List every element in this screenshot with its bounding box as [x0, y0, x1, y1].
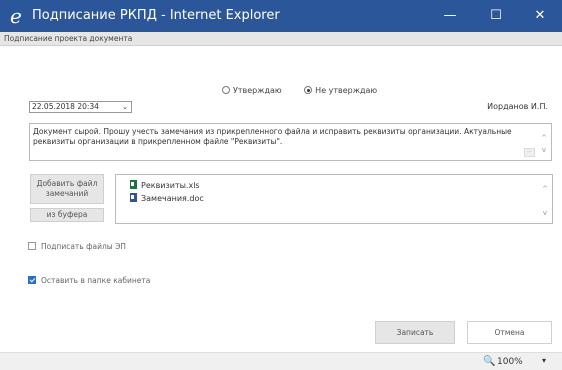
scroll-up-icon[interactable]: ^ — [539, 133, 549, 143]
window-titlebar: e Подписание РКПД - Internet Explorer — … — [0, 0, 562, 32]
zoom-icon[interactable]: 🔍 — [483, 356, 495, 367]
chevron-down-icon[interactable]: ⌄ — [122, 102, 128, 112]
radio-not-approve[interactable]: Не утверждаю — [304, 86, 377, 95]
add-remarks-file-button[interactable]: Добавить файл замечаний — [30, 174, 104, 204]
window-title: Подписание РКПД - Internet Explorer — [32, 8, 280, 23]
radio-approve[interactable]: Утверждаю — [222, 86, 282, 95]
radio-approve-circle[interactable] — [222, 86, 230, 94]
word-file-icon — [130, 193, 137, 202]
keep-in-folder-checkbox[interactable] — [28, 276, 36, 284]
date-select-value: 22.05.2018 20:34 — [32, 102, 99, 111]
zoom-level[interactable]: 100% — [497, 357, 523, 367]
keep-in-folder-checkbox-row[interactable]: Оставить в папке кабинета — [28, 276, 150, 285]
excel-file-icon — [130, 180, 137, 189]
files-scrollbar[interactable]: ^ v — [540, 178, 550, 220]
attached-files-list[interactable]: Реквизиты.xls Замечания.doc ^ v — [115, 174, 553, 224]
sign-files-checkbox[interactable] — [28, 242, 36, 250]
minimize-button[interactable]: — — [428, 0, 472, 32]
approval-radio-group: Утверждаю Не утверждаю — [222, 86, 397, 95]
internet-explorer-icon: e — [10, 4, 22, 28]
status-bar: 🔍 100% ▾ — [0, 352, 562, 370]
comment-textarea[interactable]: Документ сырой. Прошу учесть замечания и… — [29, 123, 552, 161]
radio-not-approve-label: Не утверждаю — [315, 86, 378, 95]
page-subheader: Подписание проекта документа — [0, 32, 562, 46]
scroll-down-icon[interactable]: v — [540, 208, 550, 218]
file-name: Реквизиты.xls — [141, 181, 200, 190]
scroll-down-icon[interactable]: v — [539, 145, 549, 155]
keep-in-folder-label: Оставить в папке кабинета — [41, 276, 151, 285]
maximize-button[interactable]: ☐ — [474, 0, 518, 32]
date-select[interactable]: 22.05.2018 20:34 ⌄ — [29, 101, 132, 113]
file-item-doc[interactable]: Замечания.doc — [130, 193, 204, 203]
author-name: Иорданов И.П. — [487, 102, 548, 111]
comment-text: Документ сырой. Прошу учесть замечания и… — [33, 127, 512, 146]
zoom-dropdown-icon[interactable]: ▾ — [542, 356, 546, 365]
scroll-up-icon[interactable]: ^ — [540, 184, 550, 194]
comment-scrollbar[interactable]: ^ v — [539, 127, 549, 157]
cancel-button[interactable]: Отмена — [467, 321, 552, 344]
from-buffer-button[interactable]: из буфера — [30, 208, 104, 222]
radio-not-approve-circle[interactable] — [304, 86, 313, 94]
file-item-xls[interactable]: Реквизиты.xls — [130, 180, 200, 190]
radio-approve-label: Утверждаю — [233, 86, 282, 95]
resize-grip-icon[interactable]: ··· — [524, 148, 535, 157]
file-name: Замечания.doc — [141, 194, 204, 203]
sign-files-label: Подписать файлы ЭП — [41, 242, 126, 251]
save-button[interactable]: Записать — [375, 321, 455, 344]
sign-files-checkbox-row[interactable]: Подписать файлы ЭП — [28, 242, 126, 251]
close-button[interactable]: ✕ — [518, 0, 562, 32]
